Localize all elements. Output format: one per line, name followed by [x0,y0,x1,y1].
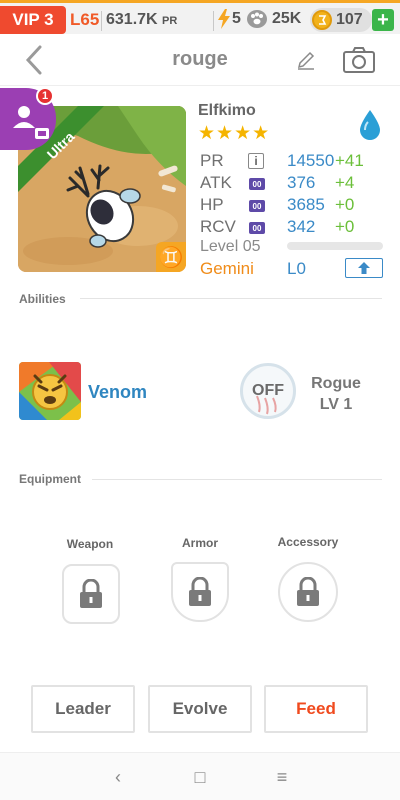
energy-value: 5 [232,10,241,27]
leader-button[interactable]: Leader [31,685,135,733]
player-level: L65 [70,10,100,29]
pet-detail-screen: VIP 3 L65 631.7K PR 5 25K 107 + rouge Ul… [0,0,400,800]
stat-label-atk: ATK [200,173,232,192]
equipment-heading: Equipment [19,472,81,486]
status-bar: VIP 3 L65 631.7K PR 5 25K 107 + [0,0,400,34]
stat-value-rcv: 342 [287,217,316,236]
level-label: Level 05 [200,238,261,255]
evolve-button[interactable]: Evolve [148,685,252,733]
armor-label: Armor [181,536,218,550]
level-code: L0 [287,259,306,278]
lock-icon [80,579,102,608]
stat-label-rcv: RCV [200,217,236,236]
weapon-label: Weapon [66,537,114,551]
toggle-state: OFF [252,382,284,399]
abilities-heading: Abilities [19,292,66,306]
stat-value-pr: 14550 [287,151,335,170]
stat-value-hp: 3685 [287,195,325,214]
edit-pencil-icon[interactable] [296,50,316,70]
stat-value-atk: 376 [287,173,316,192]
paw-icon [247,10,267,28]
divider [80,298,382,299]
feed-button[interactable]: Feed [264,685,368,733]
page-title: rouge [172,48,228,70]
header: rouge [0,34,400,86]
food-value: 25K [272,10,302,27]
food-counter[interactable]: 25K [246,9,301,29]
stat-delta-atk: +4 [335,173,355,192]
class-name: Rogue [311,375,361,392]
stat-delta-rcv: +0 [335,217,355,236]
add-currency-button[interactable]: + [372,9,394,31]
stat-badge-icon: 00 [249,222,265,234]
pet-name: Elfkimo [198,102,256,119]
lock-icon [297,577,319,606]
level-progress-bar [287,242,383,250]
nav-back-button[interactable]: ‹ [108,767,128,787]
coin-counter[interactable]: 107 [310,8,372,32]
stat-label-pr: PR [200,151,224,170]
gemini-sign-icon: ♊ [156,242,186,272]
star-rating: ★★★★ [198,123,271,144]
stat-badge-icon: 00 [249,178,265,190]
divider [92,479,382,480]
vip-badge[interactable]: VIP 3 [0,6,66,34]
arrow-up-icon [358,262,370,274]
stat-delta-pr: +41 [335,151,364,170]
venom-skill-icon[interactable] [19,362,81,420]
power-rating: 631.7K PR [106,11,177,29]
armor-slot[interactable] [171,562,229,622]
power-value: 631.7K [106,11,158,28]
coin-value: 107 [336,11,363,28]
skill-name[interactable]: Venom [88,382,147,403]
lightning-icon [218,9,230,29]
class-info: Rogue LV 1 [300,373,372,415]
accessory-label: Accessory [277,535,339,549]
stat-label-hp: HP [200,195,224,214]
stat-delta-hp: +0 [335,195,355,214]
system-nav-bar: ‹ □ ≡ [0,752,400,800]
divider [213,11,214,31]
divider [101,11,102,31]
notification-badge: 1 [36,87,54,105]
class-toggle[interactable]: OFF [240,363,296,419]
upgrade-button[interactable] [345,258,383,278]
accessory-slot[interactable] [278,562,338,622]
info-icon[interactable]: i [248,153,264,169]
stat-badge-icon: 00 [249,200,265,212]
nav-home-button[interactable]: □ [190,767,210,787]
energy-counter[interactable]: 5 [218,9,241,29]
lock-icon [189,577,211,606]
water-element-icon [360,110,380,140]
coin-icon [312,10,332,30]
weapon-slot[interactable] [62,564,120,624]
power-unit: PR [162,15,178,27]
camera-icon[interactable] [342,46,376,74]
class-level: LV 1 [319,396,353,413]
zodiac-sign: Gemini [200,259,254,278]
nav-menu-button[interactable]: ≡ [272,767,292,787]
